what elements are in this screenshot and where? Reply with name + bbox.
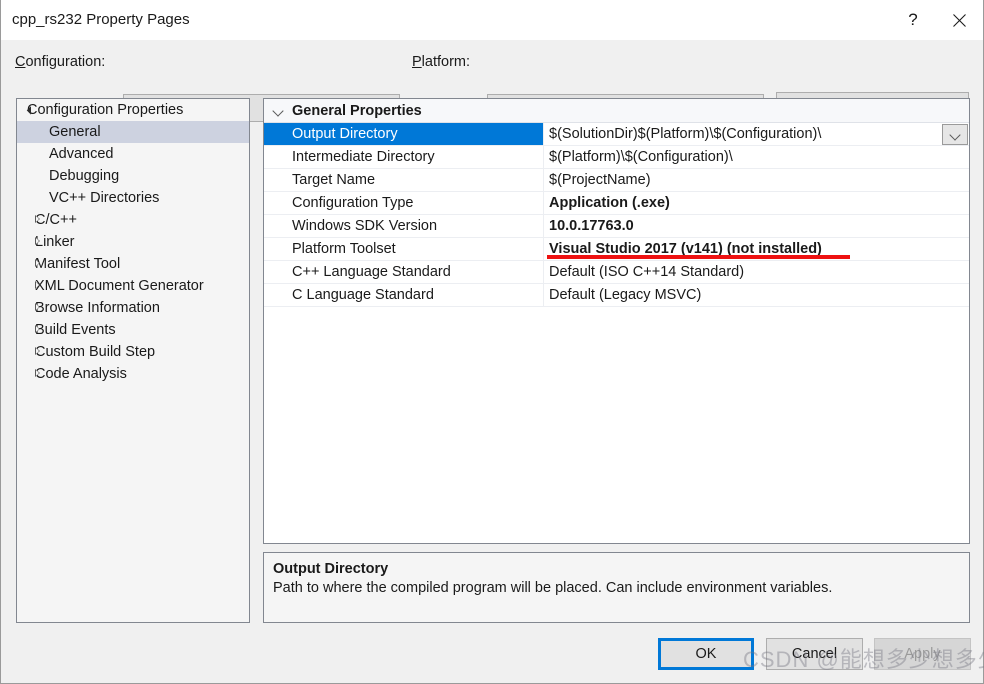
property-name: C++ Language Standard xyxy=(264,261,544,283)
property-value-text: $(SolutionDir)$(Platform)\$(Configuratio… xyxy=(549,126,822,142)
property-name: C Language Standard xyxy=(264,284,544,306)
platform-label: Platform: xyxy=(412,54,471,70)
properties-group-header[interactable]: General Properties xyxy=(264,99,969,123)
sidebar-item-label: VC++ Directories xyxy=(49,190,160,206)
property-value[interactable]: 10.0.17763.0 xyxy=(544,215,969,237)
property-value-dropdown-button[interactable] xyxy=(942,124,968,145)
sidebar-item-browse-information[interactable]: Browse Information xyxy=(17,297,249,319)
sidebar-item-configuration-properties[interactable]: Configuration Properties xyxy=(17,99,249,121)
property-name: Target Name xyxy=(264,169,544,191)
chevron-down-icon xyxy=(264,107,292,114)
window-title: cpp_rs232 Property Pages xyxy=(12,11,190,28)
property-value-text: 10.0.17763.0 xyxy=(549,218,634,234)
collapsed-arrow-icon[interactable] xyxy=(35,214,40,223)
property-value[interactable]: Default (ISO C++14 Standard) xyxy=(544,261,969,283)
property-value-text: $(Platform)\$(Configuration)\ xyxy=(549,149,733,165)
sidebar-item-label: Configuration Properties xyxy=(27,102,184,118)
property-value-text: Default (Legacy MSVC) xyxy=(549,287,702,303)
property-row[interactable]: C++ Language Standard Default (ISO C++14 … xyxy=(264,261,969,284)
configuration-tree[interactable]: Configuration Properties General Advanced D… xyxy=(16,98,250,623)
property-name: Configuration Type xyxy=(264,192,544,214)
sidebar-item-label: C/C++ xyxy=(35,212,77,228)
sidebar-item-debugging[interactable]: Debugging xyxy=(17,165,249,187)
title-bar: cpp_rs232 Property Pages ? xyxy=(1,0,983,40)
collapsed-arrow-icon[interactable] xyxy=(35,302,40,311)
property-value[interactable]: $(Platform)\$(Configuration)\ xyxy=(544,146,969,168)
property-name: Intermediate Directory xyxy=(264,146,544,168)
sidebar-item-xml-document-generator[interactable]: XML Document Generator xyxy=(17,275,249,297)
cancel-button[interactable]: Cancel xyxy=(766,638,863,670)
sidebar-item-label: General xyxy=(49,124,101,140)
properties-group-title: General Properties xyxy=(292,102,422,119)
collapsed-arrow-icon[interactable] xyxy=(35,346,40,355)
properties-grid: General Properties Output Directory $(Sol… xyxy=(263,98,970,544)
property-value[interactable]: $(SolutionDir)$(Platform)\$(Configuratio… xyxy=(544,123,969,145)
close-icon[interactable] xyxy=(936,0,982,40)
sidebar-item-label: Manifest Tool xyxy=(35,256,121,272)
property-name: Platform Toolset xyxy=(264,238,544,260)
property-value-text: Default (ISO C++14 Standard) xyxy=(549,264,745,280)
sidebar-item-label: Custom Build Step xyxy=(35,344,156,360)
annotation-underline xyxy=(547,255,850,259)
property-row[interactable]: C Language Standard Default (Legacy MSVC) xyxy=(264,284,969,307)
sidebar-item-code-analysis[interactable]: Code Analysis xyxy=(17,363,249,385)
ok-button[interactable]: OK xyxy=(658,638,754,670)
property-row[interactable]: Target Name $(ProjectName) xyxy=(264,169,969,192)
sidebar-item-label: XML Document Generator xyxy=(35,278,204,294)
collapsed-arrow-icon[interactable] xyxy=(35,368,40,377)
sidebar-item-label: Build Events xyxy=(35,322,116,338)
sidebar-item-c-c[interactable]: C/C++ xyxy=(17,209,249,231)
sidebar-item-vc-directories[interactable]: VC++ Directories xyxy=(17,187,249,209)
property-row[interactable]: Output Directory $(SolutionDir)$(Platform… xyxy=(264,123,969,146)
property-row[interactable]: Configuration Type Application (.exe) xyxy=(264,192,969,215)
property-value-text: Application (.exe) xyxy=(549,195,670,211)
collapsed-arrow-icon[interactable] xyxy=(35,280,40,289)
sidebar-item-label: Browse Information xyxy=(35,300,160,316)
property-row[interactable]: Intermediate Directory $(Platform)\$(Conf… xyxy=(264,146,969,169)
property-value[interactable]: Default (Legacy MSVC) xyxy=(544,284,969,306)
sidebar-item-general[interactable]: General xyxy=(17,121,249,143)
apply-button: Apply xyxy=(874,638,971,670)
property-pages-dialog: cpp_rs232 Property Pages ? Configuration… xyxy=(0,0,984,684)
sidebar-item-manifest-tool[interactable]: Manifest Tool xyxy=(17,253,249,275)
sidebar-item-advanced[interactable]: Advanced xyxy=(17,143,249,165)
property-name: Output Directory xyxy=(264,123,544,145)
sidebar-item-label: Linker xyxy=(35,234,75,250)
description-text: Path to where the compiled program will … xyxy=(273,580,833,596)
property-value[interactable]: $(ProjectName) xyxy=(544,169,969,191)
collapsed-arrow-icon[interactable] xyxy=(35,258,40,267)
sidebar-item-linker[interactable]: Linker xyxy=(17,231,249,253)
property-value-text: $(ProjectName) xyxy=(549,172,651,188)
sidebar-item-custom-build-step[interactable]: Custom Build Step xyxy=(17,341,249,363)
property-name: Windows SDK Version xyxy=(264,215,544,237)
collapsed-arrow-icon[interactable] xyxy=(35,324,40,333)
chevron-down-icon xyxy=(950,131,961,138)
configuration-label: Configuration: xyxy=(15,54,106,70)
configuration-bar: Configuration: Active(Debug) Platform: A… xyxy=(1,40,983,124)
description-title: Output Directory xyxy=(273,561,389,577)
sidebar-item-label: Code Analysis xyxy=(35,366,127,382)
help-icon[interactable]: ? xyxy=(890,0,936,40)
sidebar-item-build-events[interactable]: Build Events xyxy=(17,319,249,341)
sidebar-item-label: Debugging xyxy=(49,168,120,184)
description-panel: Output Directory Path to where the compi… xyxy=(263,552,970,623)
property-value[interactable]: Application (.exe) xyxy=(544,192,969,214)
property-row[interactable]: Windows SDK Version 10.0.17763.0 xyxy=(264,215,969,238)
collapsed-arrow-icon[interactable] xyxy=(35,236,40,245)
sidebar-item-label: Advanced xyxy=(49,146,114,162)
